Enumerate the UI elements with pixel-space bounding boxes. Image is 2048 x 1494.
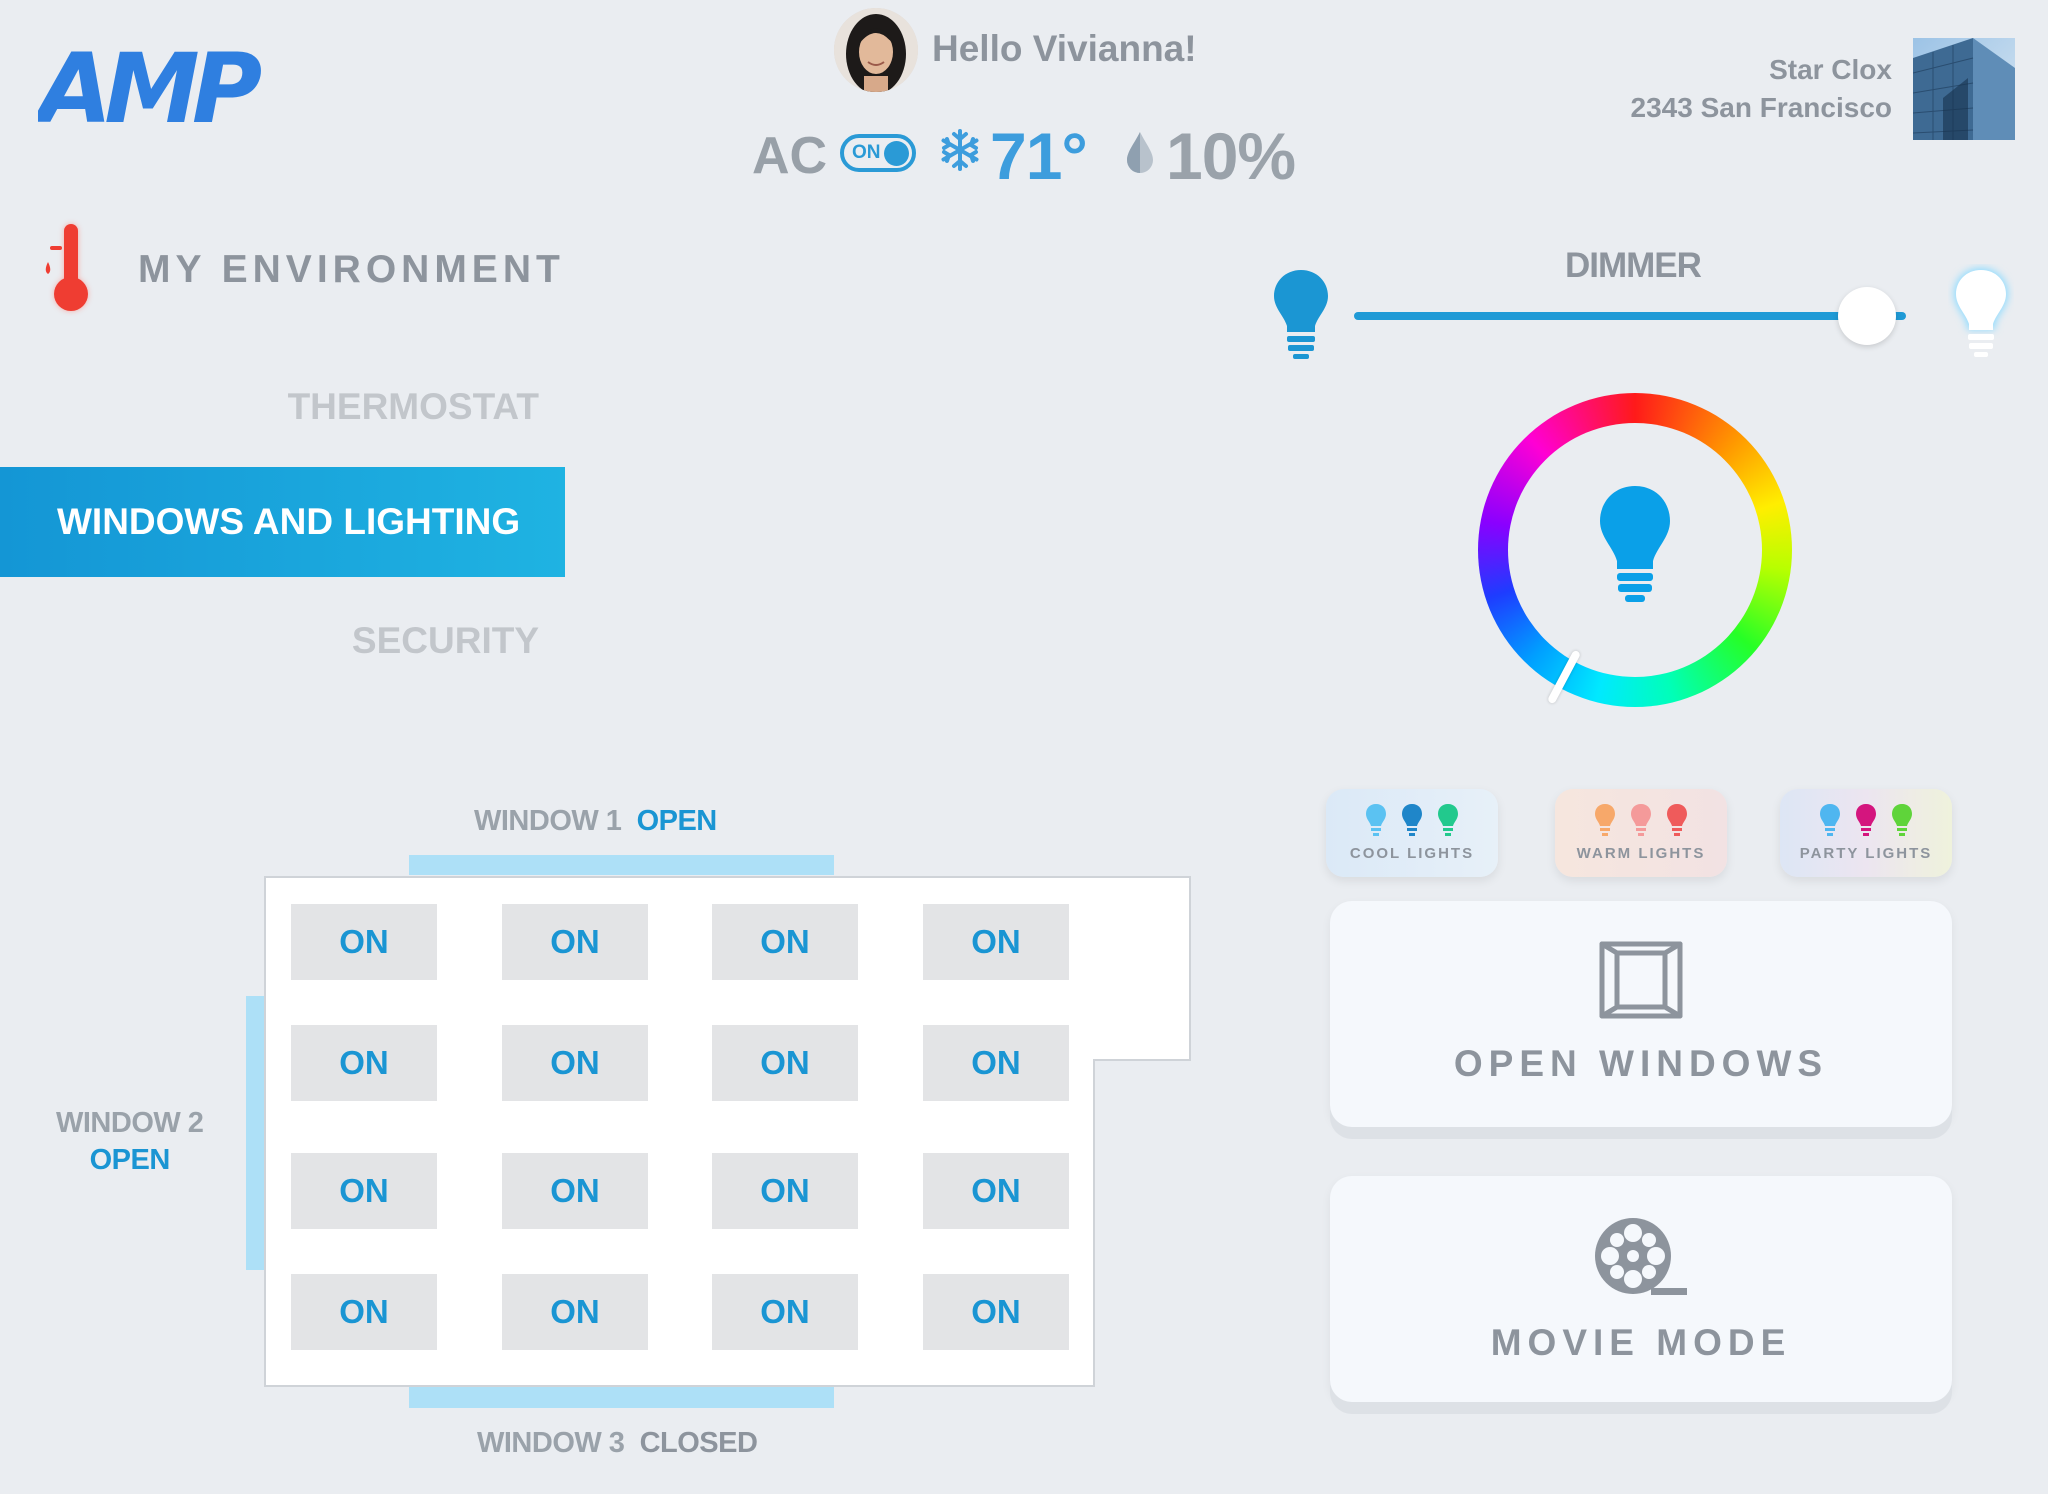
bulb-icon bbox=[1631, 804, 1651, 836]
film-reel-icon bbox=[1595, 1218, 1687, 1295]
preset-bulbs bbox=[1326, 803, 1498, 842]
snowflake-icon bbox=[941, 129, 979, 171]
bulb-icon bbox=[1600, 486, 1670, 602]
preset-bulbs bbox=[1780, 803, 1952, 842]
window-3-status[interactable]: CLOSED bbox=[640, 1427, 758, 1459]
window-2-label: WINDOW 2 OPEN bbox=[56, 1105, 204, 1179]
bulb-dim-icon[interactable] bbox=[1272, 268, 1330, 360]
light-cell[interactable]: ON bbox=[712, 1153, 858, 1229]
preset-bulbs bbox=[1555, 803, 1727, 842]
nav-item-windows-and-lighting[interactable]: WINDOWS AND LIGHTING bbox=[0, 467, 565, 577]
window-3-name: WINDOW 3 bbox=[477, 1427, 625, 1459]
window-1-indicator[interactable] bbox=[409, 855, 834, 875]
nav-item-security[interactable]: SECURITY bbox=[352, 620, 539, 662]
window-2-name: WINDOW 2 bbox=[56, 1107, 204, 1139]
light-cell[interactable]: ON bbox=[712, 904, 858, 980]
light-cell[interactable]: ON bbox=[923, 1153, 1069, 1229]
light-cell[interactable]: ON bbox=[291, 1025, 437, 1101]
location-name: Star Clox bbox=[1769, 54, 1892, 85]
light-cell[interactable]: ON bbox=[291, 1274, 437, 1350]
ac-toggle-state: ON bbox=[852, 142, 881, 163]
bulb-icon bbox=[1366, 804, 1386, 836]
amp-logo[interactable]: AMP bbox=[38, 44, 300, 134]
movie-mode-button[interactable]: MOVIE MODE bbox=[1330, 1176, 1952, 1402]
preset-label: PARTY LIGHTS bbox=[1799, 845, 1933, 862]
ac-toggle-knob bbox=[884, 141, 909, 166]
ac-toggle[interactable]: ON bbox=[840, 134, 916, 172]
bulb-icon bbox=[1892, 804, 1912, 836]
preset-warm-lights[interactable]: WARM LIGHTS bbox=[1555, 789, 1727, 877]
section-title: MY ENVIRONMENT bbox=[138, 248, 565, 291]
light-cell[interactable]: ON bbox=[923, 904, 1069, 980]
preset-label: WARM LIGHTS bbox=[1576, 845, 1706, 862]
greeting-text: Hello Vivianna! bbox=[932, 28, 1197, 69]
dimmer-label: DIMMER bbox=[1565, 246, 1702, 285]
light-cell[interactable]: ON bbox=[923, 1025, 1069, 1101]
light-cell[interactable]: ON bbox=[923, 1274, 1069, 1350]
light-cell[interactable]: ON bbox=[502, 1153, 648, 1229]
light-cell[interactable]: ON bbox=[502, 1025, 648, 1101]
window-3-label: WINDOW 3 CLOSED bbox=[477, 1427, 758, 1460]
location-address: 2343 San Francisco bbox=[1630, 92, 1892, 123]
window-1-label: WINDOW 1 OPEN bbox=[474, 805, 717, 838]
svg-text:AMP: AMP bbox=[38, 44, 262, 134]
window-3-indicator[interactable] bbox=[409, 1387, 834, 1408]
building-thumbnail[interactable] bbox=[1913, 38, 2015, 140]
nav-item-label: WINDOWS AND LIGHTING bbox=[57, 501, 521, 542]
dimmer-slider-handle[interactable] bbox=[1838, 287, 1897, 345]
preset-party-lights[interactable]: PARTY LIGHTS bbox=[1780, 789, 1952, 877]
preset-label: COOL LIGHTS bbox=[1349, 845, 1475, 862]
light-cell[interactable]: ON bbox=[502, 1274, 648, 1350]
window-2-status[interactable]: OPEN bbox=[56, 1142, 203, 1179]
open-windows-button[interactable]: OPEN WINDOWS bbox=[1330, 901, 1952, 1127]
humidity-drop-icon bbox=[1127, 132, 1153, 173]
light-cell[interactable]: ON bbox=[502, 904, 648, 980]
open-windows-label: OPEN WINDOWS bbox=[1453, 1043, 1829, 1084]
preset-cool-lights[interactable]: COOL LIGHTS bbox=[1326, 789, 1498, 877]
thermometer-icon bbox=[45, 224, 88, 311]
light-cell[interactable]: ON bbox=[712, 1274, 858, 1350]
bulb-bright-icon[interactable] bbox=[1948, 264, 2014, 364]
bulb-icon bbox=[1856, 804, 1876, 836]
ac-label: AC bbox=[752, 127, 828, 185]
window-1-name: WINDOW 1 bbox=[474, 805, 622, 837]
window-icon bbox=[1599, 941, 1683, 1019]
light-cell[interactable]: ON bbox=[291, 904, 437, 980]
bulb-icon bbox=[1820, 804, 1840, 836]
dimmer-slider-track[interactable] bbox=[1354, 312, 1906, 320]
humidity-readout: 10% bbox=[1166, 119, 1296, 193]
bulb-icon bbox=[1667, 804, 1687, 836]
window-1-status[interactable]: OPEN bbox=[637, 805, 718, 837]
user-avatar[interactable] bbox=[834, 8, 918, 92]
bulb-icon bbox=[1595, 804, 1615, 836]
temperature-readout: 71° bbox=[990, 119, 1088, 193]
nav-item-thermostat[interactable]: THERMOSTAT bbox=[288, 386, 539, 428]
light-cell[interactable]: ON bbox=[291, 1153, 437, 1229]
bulb-icon bbox=[1402, 804, 1422, 836]
movie-mode-label: MOVIE MODE bbox=[1490, 1322, 1792, 1363]
light-cell[interactable]: ON bbox=[712, 1025, 858, 1101]
bulb-icon bbox=[1438, 804, 1458, 836]
